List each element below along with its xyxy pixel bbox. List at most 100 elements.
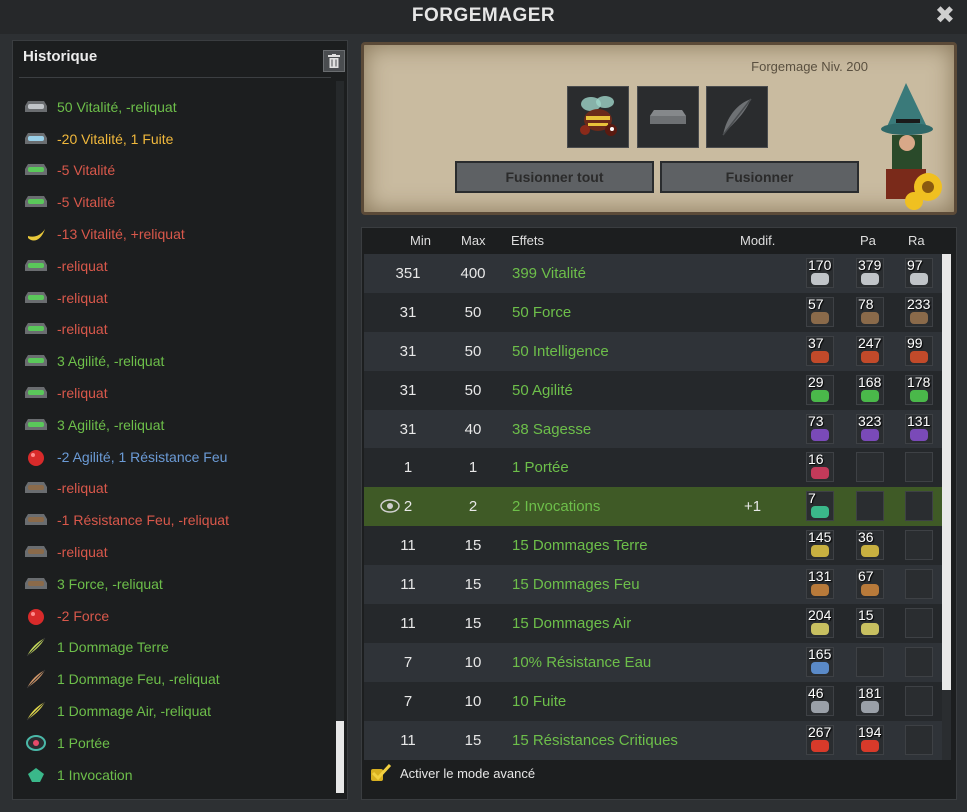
green-rune-icon	[23, 159, 49, 181]
red-rune-icon	[23, 605, 49, 627]
table-row[interactable]: 7 10 10 Fuite 46 181	[364, 681, 942, 721]
table-row[interactable]: 351 400 399 Vitalité 170 379 97	[364, 254, 942, 293]
header-modif: Modif.	[740, 233, 776, 248]
rune-cell[interactable]: 145	[806, 529, 834, 561]
rune-pa-cell[interactable]: 247	[856, 335, 884, 366]
rune-pa-cell[interactable]: 78	[856, 296, 884, 327]
rune-pa-cell[interactable]	[856, 452, 884, 483]
rune-ra-cell[interactable]: 131	[905, 413, 933, 444]
rune-pa-cell[interactable]	[856, 646, 884, 677]
rune-ra-cell[interactable]	[905, 491, 933, 522]
rune-count: 57	[808, 295, 824, 312]
row-modif	[744, 293, 772, 332]
row-effect: 2 Invocations	[512, 498, 601, 516]
rune-ra-cell[interactable]	[905, 569, 933, 600]
rune-ra-cell[interactable]: 233	[905, 296, 933, 327]
rune-ra-cell[interactable]	[905, 724, 933, 755]
rune-cell[interactable]: 7	[806, 490, 834, 522]
effects-rows: 351 400 399 Vitalité 170 379 97 31 50 50 Force 57…	[364, 254, 942, 760]
history-scrollbar-thumb[interactable]	[336, 721, 344, 793]
row-modif	[744, 526, 772, 565]
table-row[interactable]: 11 15 15 Dommages Terre 145 36	[364, 526, 942, 566]
row-max: 1	[468, 459, 478, 477]
table-row[interactable]: 31 50 50 Intelligence 37 247 99	[364, 331, 942, 371]
history-item-text: 1 Dommage Terre	[57, 639, 169, 656]
rune-pa-cell[interactable]: 379	[856, 257, 884, 288]
rune-ra-cell[interactable]	[905, 530, 933, 561]
rune-cell[interactable]: 73	[806, 413, 834, 444]
forgemage-level: Forgemage Niv. 200	[751, 59, 868, 74]
rune-pa-cell[interactable]: 181	[856, 685, 884, 716]
rune-cell[interactable]: 131	[806, 568, 834, 600]
rune-pa-cell[interactable]: 194	[856, 723, 884, 755]
rune-ra-cell[interactable]	[905, 452, 933, 483]
row-min: 11	[400, 731, 416, 749]
green-rune-icon	[23, 414, 49, 436]
rune-ra-cell[interactable]	[905, 685, 933, 716]
rune-cell[interactable]: 16	[806, 451, 834, 483]
history-item: 3 Agilité, -reliquat	[23, 409, 331, 441]
rune-slot[interactable]	[637, 86, 699, 148]
rune-ra-cell[interactable]	[905, 608, 933, 639]
item-slot[interactable]	[567, 86, 629, 148]
rune-cell[interactable]: 37	[806, 334, 834, 366]
title-bar: FORGEMAGER ✖	[0, 0, 967, 34]
rune-cell[interactable]: 170	[806, 257, 834, 288]
row-min: 11	[400, 576, 416, 594]
potion-slot[interactable]	[706, 86, 768, 148]
table-row[interactable]: 31 40 38 Sagesse 73 323 131	[364, 409, 942, 449]
history-item: -1 Résistance Feu, -reliquat	[23, 504, 331, 536]
history-item: -reliquat	[23, 473, 331, 505]
row-effect: 15 Dommages Feu	[512, 576, 640, 594]
table-row[interactable]: 2 2 2 Invocations +1 7	[364, 487, 942, 527]
rune-pa-cell[interactable]: 67	[856, 568, 884, 600]
rune-icon	[861, 428, 879, 441]
rune-pa-cell[interactable]: 15	[856, 607, 884, 639]
rune-ra-cell[interactable]: 97	[905, 257, 933, 288]
rune-cell[interactable]: 29	[806, 374, 834, 405]
row-modif	[744, 604, 772, 643]
table-row[interactable]: 7 10 10% Résistance Eau 165	[364, 642, 942, 682]
history-item-text: -2 Agilité, 1 Résistance Feu	[57, 448, 228, 465]
table-row[interactable]: 31 50 50 Force 57 78 233	[364, 292, 942, 332]
fuse-all-button[interactable]: Fusionner tout	[455, 161, 654, 193]
rune-count: 97	[907, 257, 923, 273]
rune-pa-cell[interactable]: 168	[856, 374, 884, 405]
rune-icon	[811, 389, 829, 402]
close-button[interactable]: ✖	[935, 3, 955, 29]
rune-placeholder-icon	[650, 110, 686, 124]
fuse-button[interactable]: Fusionner	[660, 161, 859, 193]
rune-cell[interactable]: 57	[806, 295, 834, 327]
table-scrollbar-thumb[interactable]	[942, 254, 951, 690]
rune-ra-cell[interactable]: 178	[905, 373, 933, 405]
table-row[interactable]: 31 50 50 Agilité 29 168 178	[364, 370, 942, 410]
bug-item-icon	[580, 96, 617, 136]
rune-cell[interactable]: 267	[806, 724, 834, 755]
rune-pa-cell[interactable]	[856, 491, 884, 522]
row-max: 40	[464, 420, 482, 438]
table-row[interactable]: 11 15 15 Résistances Critiques 267 194	[364, 720, 942, 760]
history-scrollbar-track[interactable]	[336, 81, 344, 793]
rune-count: 379	[858, 257, 882, 273]
rune-pa-cell[interactable]: 323	[856, 413, 884, 444]
rune-cell[interactable]: 165	[806, 646, 834, 677]
trash-button[interactable]	[323, 50, 345, 72]
rune-icon	[910, 428, 928, 441]
header-min: Min	[410, 233, 431, 248]
gray-rune-icon	[23, 96, 49, 118]
history-item-text: -reliquat	[57, 321, 108, 338]
table-row[interactable]: 11 15 15 Dommages Air 204 15	[364, 604, 942, 643]
rune-count: 37	[808, 334, 824, 351]
rune-pa-cell[interactable]: 36	[856, 529, 884, 561]
rune-ra-cell[interactable]	[905, 646, 933, 677]
table-row[interactable]: 1 1 1 Portée 16	[364, 448, 942, 488]
rune-ra-cell[interactable]: 99	[905, 335, 933, 366]
table-header: Min Max Effets Modif. Pa Ra	[362, 228, 942, 253]
rune-cell[interactable]: 46	[806, 685, 834, 716]
rune-count: 194	[858, 723, 882, 740]
advanced-mode-toggle[interactable]: Activer le mode avancé	[370, 764, 535, 782]
rune-count: 178	[907, 373, 931, 390]
table-row[interactable]: 11 15 15 Dommages Feu 131 67	[364, 565, 942, 605]
rune-cell[interactable]: 204	[806, 607, 834, 639]
row-min: 2	[403, 498, 413, 516]
